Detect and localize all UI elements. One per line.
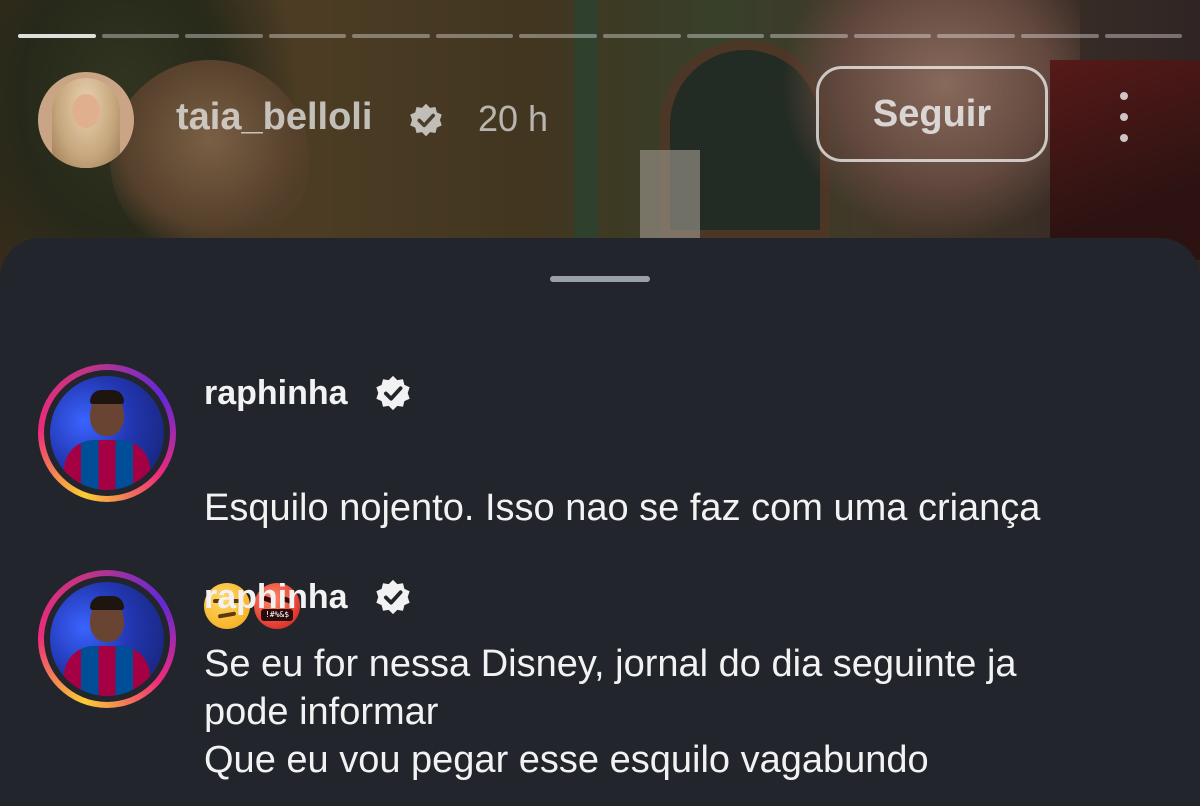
progress-segment xyxy=(603,34,681,38)
progress-segment xyxy=(185,34,263,38)
verified-badge-icon xyxy=(376,579,410,615)
commenter-avatar[interactable] xyxy=(38,364,176,502)
comment-text: Esquilo nojento. Isso nao se faz com uma… xyxy=(204,436,1184,629)
more-vertical-icon[interactable] xyxy=(1112,92,1136,142)
comment-body: Esquilo nojento. Isso nao se faz com uma… xyxy=(204,487,1041,529)
story-progress-bar xyxy=(18,34,1183,38)
dot xyxy=(1120,134,1128,142)
progress-segment xyxy=(770,34,848,38)
story-timestamp: 20 h xyxy=(478,98,549,139)
progress-segment xyxy=(18,34,96,38)
comments-sheet: raphinha Esquilo nojento. Isso nao se fa… xyxy=(0,238,1200,806)
progress-segment xyxy=(519,34,598,38)
drag-handle[interactable] xyxy=(550,276,650,282)
commenter-username[interactable]: raphinha xyxy=(204,578,348,617)
verified-badge-icon xyxy=(410,103,442,137)
avatar-photo xyxy=(50,376,164,490)
progress-segment xyxy=(435,34,514,38)
dot xyxy=(1120,113,1128,121)
avatar-face xyxy=(72,94,100,128)
progress-segment xyxy=(352,34,430,38)
verified-badge-icon xyxy=(376,375,410,411)
jersey xyxy=(64,646,150,696)
progress-segment xyxy=(101,34,180,38)
comment-text: Se eu for nessa Disney, jornal do dia se… xyxy=(204,643,1017,781)
story-author-username[interactable]: taia_belloli xyxy=(176,96,372,139)
dot xyxy=(1120,92,1128,100)
progress-segment xyxy=(1020,34,1099,38)
progress-segment xyxy=(268,34,347,38)
progress-segment xyxy=(937,34,1015,38)
jersey xyxy=(64,440,150,490)
avatar-photo xyxy=(50,582,164,696)
commenter-username[interactable]: raphinha xyxy=(204,374,348,413)
story-author-avatar[interactable] xyxy=(38,72,134,168)
progress-segment xyxy=(1104,34,1183,38)
progress-segment xyxy=(853,34,932,38)
progress-segment xyxy=(686,34,765,38)
follow-button[interactable]: Seguir xyxy=(816,66,1048,162)
commenter-avatar[interactable] xyxy=(38,570,176,708)
